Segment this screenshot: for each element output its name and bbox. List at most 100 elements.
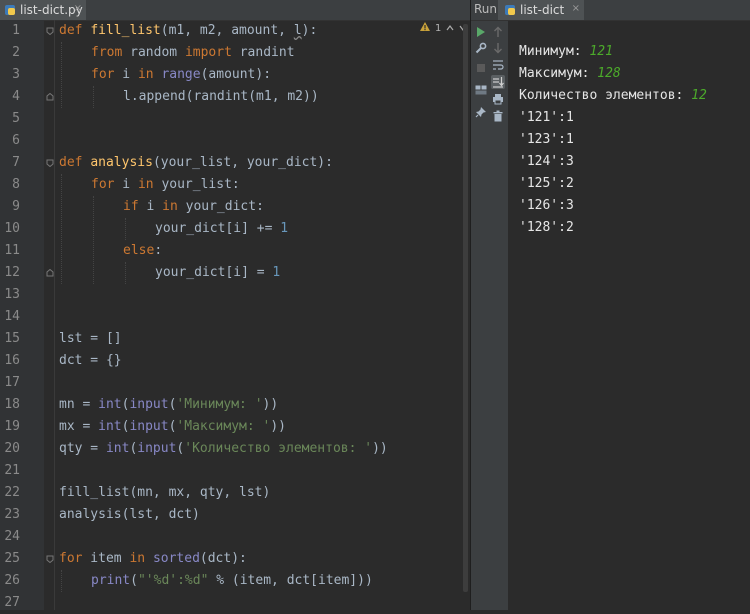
console-line: '124':3 <box>519 154 574 169</box>
line-number: 18 <box>4 397 20 412</box>
indent-guide <box>61 174 62 284</box>
trash-icon[interactable] <box>491 109 505 123</box>
code-line-22[interactable]: fill_list(mn, mx, qty, lst) <box>59 482 270 504</box>
keyword-token: in <box>137 177 154 192</box>
user-input-text: 121 <box>589 44 613 59</box>
indent-guide <box>125 218 126 240</box>
code-line-10[interactable]: your_dict[i] += 1 <box>155 218 288 240</box>
code-text: mx = <box>59 419 99 434</box>
stop-icon[interactable] <box>474 61 488 75</box>
fold-marker-icon[interactable] <box>46 269 54 277</box>
code-line-26[interactable]: print("'%d':%d" % (item, dct[item])) <box>91 570 373 592</box>
close-tab-icon[interactable]: × <box>572 3 580 14</box>
code-text: (dct): <box>199 551 247 566</box>
pin-icon[interactable] <box>474 105 488 119</box>
down-arrow-icon[interactable] <box>491 41 505 55</box>
run-tab-label: list-dict <box>520 3 565 17</box>
run-tool-window-label: Run: <box>474 2 502 16</box>
inspection-widget[interactable]: 1 <box>420 22 467 35</box>
wrench-icon[interactable] <box>474 41 488 55</box>
keyword-token: in <box>129 551 146 566</box>
keyword-token: in <box>162 199 178 214</box>
code-text: ): <box>301 23 318 38</box>
line-number: 25 <box>4 551 20 566</box>
line-number: 2 <box>12 45 20 60</box>
string-token: 'Минимум: ' <box>176 397 263 412</box>
code-line-18[interactable]: mn = int(input('Минимум: ')) <box>59 394 278 416</box>
up-arrow-icon[interactable] <box>491 25 505 39</box>
code-text: mn = <box>59 397 99 412</box>
layout-icon[interactable] <box>474 83 488 97</box>
keyword-token: def <box>59 155 83 170</box>
close-tab-icon[interactable]: × <box>74 3 82 14</box>
code-line-8[interactable]: for i in your_list: <box>91 174 240 196</box>
console-line: Минимум: 121 <box>519 41 613 63</box>
code-text: (m1, m2, amount, <box>160 23 294 38</box>
file-tab-list-dict[interactable]: list-dict.py × <box>0 0 86 20</box>
line-number: 21 <box>4 463 20 478</box>
line-number: 23 <box>4 507 20 522</box>
fold-marker-icon[interactable] <box>46 555 54 563</box>
code-line-20[interactable]: qty = int(input('Количество элементов: '… <box>59 438 388 460</box>
editor-pane[interactable]: list-dict.py × 1 1 2 3 4 5 6 7 8 9 10 11… <box>0 0 470 610</box>
print-icon[interactable] <box>491 92 505 106</box>
code-line-2[interactable]: from random import randint <box>91 42 295 64</box>
line-number: 26 <box>4 573 20 588</box>
line-number: 19 <box>4 419 20 434</box>
code-line-3[interactable]: for i in range(amount): <box>91 64 271 86</box>
string-token: 'Количество элементов: ' <box>184 441 373 456</box>
keyword-token: for <box>59 551 83 566</box>
code-text: your_dict[i] += <box>155 221 281 236</box>
line-number: 5 <box>12 111 20 126</box>
code-line-12[interactable]: your_dict[i] = 1 <box>155 262 280 284</box>
console-line: Количество элементов: 12 <box>519 85 707 107</box>
code-line-7[interactable]: def analysis(your_list, your_dict): <box>59 152 333 174</box>
keyword-token: for <box>91 67 115 82</box>
code-text: )) <box>270 419 286 434</box>
keyword-token: in <box>137 67 154 82</box>
chevron-up-icon[interactable] <box>446 23 454 34</box>
indent-guide <box>125 262 126 284</box>
python-run-icon <box>504 1 516 20</box>
run-tab-list-dict[interactable]: list-dict × <box>498 0 584 20</box>
fold-marker-icon[interactable] <box>46 159 54 167</box>
code-line-25[interactable]: for item in sorted(dct): <box>59 548 247 570</box>
code-text: fill_list(mn, mx, qty, lst) <box>59 485 271 500</box>
code-line-4[interactable]: l.append(randint(m1, m2)) <box>123 86 319 108</box>
fold-marker-icon[interactable] <box>46 27 54 35</box>
line-number: 7 <box>12 155 20 170</box>
soft-wrap-icon[interactable] <box>491 58 505 72</box>
scroll-to-end-icon[interactable] <box>491 75 505 89</box>
builtin-token: input <box>129 419 169 434</box>
console-line: Максимум: 128 <box>519 63 621 85</box>
keyword-token: def <box>59 23 83 38</box>
fold-marker-icon[interactable] <box>46 93 54 101</box>
line-number: 6 <box>12 133 20 148</box>
code-line-1[interactable]: def fill_list(m1, m2, amount, l): <box>59 20 317 42</box>
code-line-19[interactable]: mx = int(input('Максимум: ')) <box>59 416 286 438</box>
keyword-token: if <box>123 199 139 214</box>
keyword-token: import <box>184 45 232 60</box>
editor-tab-bar: list-dict.py × <box>0 0 470 21</box>
code-text: l.append(randint(m1, m2)) <box>123 89 319 104</box>
code-line-23[interactable]: analysis(lst, dct) <box>59 504 200 526</box>
code-line-15[interactable]: lst = [] <box>59 328 122 350</box>
code-line-16[interactable]: dct = {} <box>59 350 122 372</box>
run-toolbar <box>471 21 509 610</box>
code-text: dct = {} <box>59 353 122 368</box>
code-text: ( <box>130 573 138 588</box>
code-text: : <box>154 243 163 258</box>
number-token: 1 <box>280 221 289 236</box>
prompt-text: Максимум: <box>519 66 598 81</box>
line-number: 11 <box>4 243 20 258</box>
code-line-9[interactable]: if i in your_dict: <box>123 196 264 218</box>
builtin-token: print <box>91 573 131 588</box>
code-text: your_dict: <box>177 199 264 214</box>
rerun-icon[interactable] <box>474 25 488 39</box>
code-text: )) <box>372 441 388 456</box>
editor-scrollbar[interactable] <box>463 24 468 592</box>
user-input-text: 12 <box>691 88 707 103</box>
indent-guide <box>61 42 62 108</box>
prompt-text: Количество элементов: <box>519 88 692 103</box>
code-line-11[interactable]: else: <box>123 240 162 262</box>
